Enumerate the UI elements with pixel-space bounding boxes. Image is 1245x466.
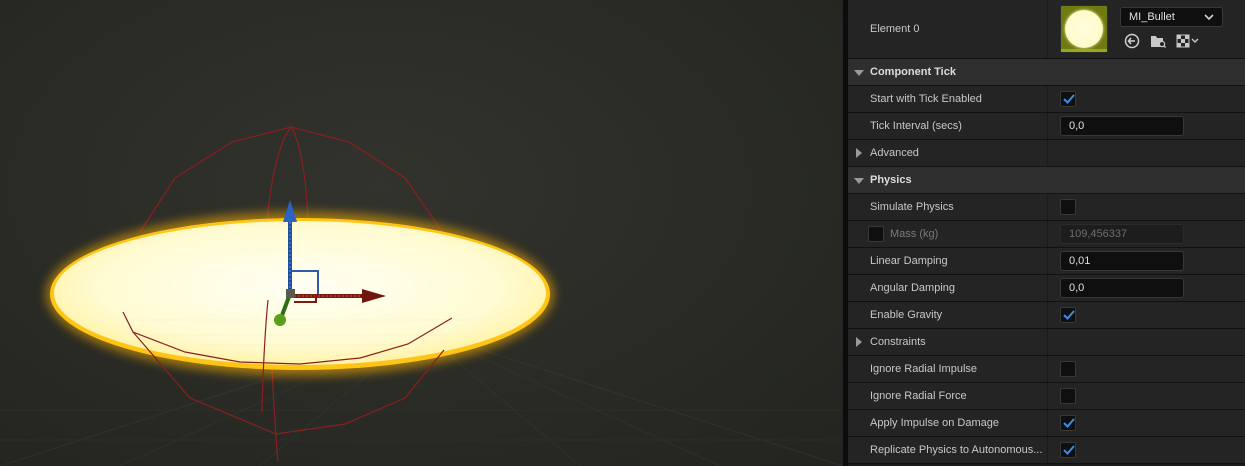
property-label: Start with Tick Enabled xyxy=(848,86,1048,112)
material-preview-disc xyxy=(1065,10,1103,48)
mass-override-checkbox[interactable] xyxy=(868,226,884,242)
checkmark-icon xyxy=(1063,445,1075,455)
property-label: Linear Damping xyxy=(848,248,1048,274)
material-name: MI_Bullet xyxy=(1129,11,1175,23)
property-ignore-radial-impulse: Ignore Radial Impulse xyxy=(848,356,1245,383)
checkmark-icon xyxy=(1063,310,1075,320)
category-physics[interactable]: Physics xyxy=(848,167,1245,194)
checkmark-icon xyxy=(1063,418,1075,428)
start-with-tick-checkbox[interactable] xyxy=(1060,91,1076,107)
property-label: Ignore Radial Impulse xyxy=(848,356,1048,382)
material-picker-dropdown[interactable]: MI_Bullet xyxy=(1120,7,1223,27)
category-component-tick-label: Component Tick xyxy=(870,66,956,78)
property-tick-interval: Tick Interval (secs) 0,0 xyxy=(848,113,1245,140)
property-label: Ignore Radial Force xyxy=(848,383,1048,409)
collapse-arrow-icon xyxy=(854,178,864,184)
property-label: Angular Damping xyxy=(848,275,1048,301)
category-physics-label: Physics xyxy=(870,174,912,186)
property-apply-impulse-on-damage: Apply Impulse on Damage xyxy=(848,410,1245,437)
enable-gravity-checkbox[interactable] xyxy=(1060,307,1076,323)
property-label: Apply Impulse on Damage xyxy=(848,410,1048,436)
property-mass: Mass (kg) 109,456337 xyxy=(848,221,1245,248)
level-viewport[interactable] xyxy=(0,0,843,466)
linear-damping-input[interactable]: 0,01 xyxy=(1060,251,1184,271)
angular-damping-input[interactable]: 0,0 xyxy=(1060,278,1184,298)
group-advanced[interactable]: Advanced xyxy=(848,140,1245,167)
property-simulate-physics: Simulate Physics xyxy=(848,194,1245,221)
category-component-tick[interactable]: Component Tick xyxy=(848,59,1245,86)
material-thumbnail[interactable] xyxy=(1060,5,1108,53)
material-element-row: Element 0 MI_Bullet xyxy=(848,0,1245,59)
property-label: Replicate Physics to Autonomous... xyxy=(848,437,1048,463)
ignore-radial-impulse-checkbox[interactable] xyxy=(1060,361,1076,377)
constraints-label: Constraints xyxy=(848,329,1048,355)
property-label: Simulate Physics xyxy=(848,194,1048,220)
group-constraints[interactable]: Constraints xyxy=(848,329,1245,356)
checker-icon[interactable] xyxy=(1176,33,1200,49)
replicate-physics-checkbox[interactable] xyxy=(1060,442,1076,458)
property-label: Enable Gravity xyxy=(848,302,1048,328)
property-linear-damping: Linear Damping 0,01 xyxy=(848,248,1245,275)
advanced-label: Advanced xyxy=(848,140,1048,166)
chevron-down-icon xyxy=(1204,14,1214,21)
property-ignore-radial-force: Ignore Radial Force xyxy=(848,383,1245,410)
details-panel: Element 0 MI_Bullet Component Tick Start… xyxy=(848,0,1245,466)
material-color-bar xyxy=(1061,49,1107,52)
expand-arrow-icon xyxy=(856,148,862,158)
tick-interval-input[interactable]: 0,0 xyxy=(1060,116,1184,136)
property-angular-damping: Angular Damping 0,0 xyxy=(848,275,1245,302)
property-start-with-tick-enabled: Start with Tick Enabled xyxy=(848,86,1245,113)
property-enable-gravity: Enable Gravity xyxy=(848,302,1245,329)
simulate-physics-checkbox[interactable] xyxy=(1060,199,1076,215)
browse-asset-icon[interactable] xyxy=(1124,33,1140,49)
apply-impulse-checkbox[interactable] xyxy=(1060,415,1076,431)
material-tools xyxy=(1124,33,1200,49)
checkmark-icon xyxy=(1063,94,1075,104)
property-label: Tick Interval (secs) xyxy=(848,113,1048,139)
mass-input: 109,456337 xyxy=(1060,224,1184,244)
ignore-radial-force-checkbox[interactable] xyxy=(1060,388,1076,404)
property-replicate-physics: Replicate Physics to Autonomous... xyxy=(848,437,1245,464)
viewport-scene xyxy=(0,126,843,466)
element-0-label: Element 0 xyxy=(848,0,1048,58)
find-in-browser-icon[interactable] xyxy=(1150,33,1166,49)
collapse-arrow-icon xyxy=(854,70,864,76)
expand-arrow-icon xyxy=(856,337,862,347)
